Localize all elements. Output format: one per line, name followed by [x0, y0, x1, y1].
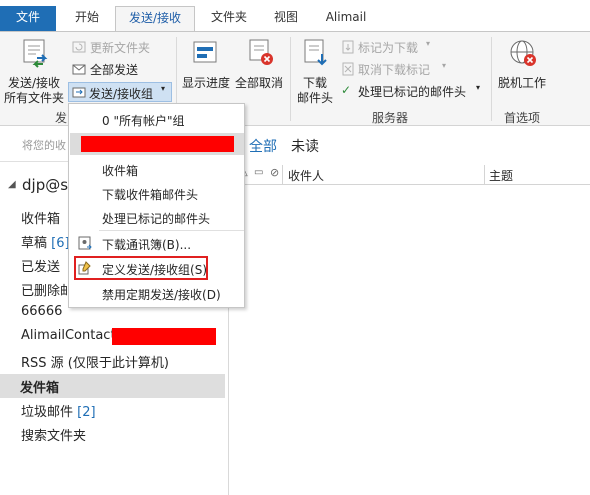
- column-subject[interactable]: 主题: [489, 167, 513, 184]
- work-offline-label: 脱机工作: [498, 76, 547, 90]
- cancel-all-label: 全部取消: [235, 76, 284, 90]
- ribbon-separator: [491, 37, 492, 121]
- tab-view[interactable]: 视图: [265, 6, 307, 31]
- send-all-button[interactable]: 全部发送: [90, 61, 138, 78]
- group-label-preferences: 首选项: [504, 111, 541, 125]
- menu-item-process-marked[interactable]: 处理已标记的邮件头: [102, 210, 210, 227]
- redaction-bar: [112, 328, 216, 345]
- filter-unread[interactable]: 未读: [291, 136, 319, 156]
- download-headers-label-2: 邮件头: [297, 91, 334, 105]
- chevron-down-icon: ▾: [476, 83, 481, 92]
- tab-alimail[interactable]: Alimail: [317, 6, 375, 31]
- address-book-icon: [78, 236, 92, 250]
- send-receive-groups-button[interactable]: 发送/接收组 ▾: [68, 82, 172, 102]
- menu-item-define-groups[interactable]: 定义发送/接收组(S): [102, 261, 207, 278]
- send-receive-groups-menu: 0 "所有帐户"组 收件箱 下载收件箱邮件头 处理已标记的邮件头 下载通讯簿(B…: [68, 103, 245, 308]
- unread-count: [6]: [51, 236, 70, 251]
- send-receive-groups-label: 发送/接收组: [89, 87, 154, 101]
- attachment-icon[interactable]: ⊘: [270, 166, 279, 179]
- folder-sent[interactable]: 已发送: [21, 256, 60, 275]
- message-list-pane: 全部 未读 ! △ ▭ ⊘ 收件人 主题: [230, 127, 590, 495]
- tab-send-receive[interactable]: 发送/接收: [115, 6, 195, 32]
- redaction-bar: [81, 136, 234, 152]
- send-receive-all-icon: [23, 39, 48, 68]
- folder-junk[interactable]: 垃圾邮件 [2]: [21, 401, 96, 420]
- doc-icon[interactable]: ▭: [254, 167, 263, 178]
- ribbon-tab-bar: 文件 开始 发送/接收 文件夹 视图 Alimail: [0, 0, 590, 32]
- message-list-header: ! △ ▭ ⊘ 收件人 主题: [230, 165, 590, 185]
- unmark-download-icon: [342, 62, 354, 76]
- send-all-icon: [72, 64, 86, 75]
- chevron-down-icon: ▾: [426, 39, 431, 48]
- progress-icon: [193, 41, 217, 63]
- menu-item-disable-scheduled[interactable]: 禁用定期发送/接收(D): [102, 286, 221, 303]
- column-divider: [282, 165, 283, 185]
- menu-item-inbox[interactable]: 收件箱: [102, 162, 138, 179]
- filter-all[interactable]: 全部: [249, 136, 277, 156]
- menu-item-download-address-book[interactable]: 下载通讯簿(B)...: [102, 236, 191, 253]
- unmark-to-download-button[interactable]: 取消下载标记: [358, 61, 430, 78]
- download-headers-button[interactable]: 下载 邮件头: [294, 36, 338, 105]
- mark-to-download-button[interactable]: 标记为下载: [358, 39, 418, 56]
- account-name[interactable]: djp@s: [22, 176, 68, 194]
- work-offline-button[interactable]: 脱机工作: [495, 36, 551, 102]
- update-folder-icon: [72, 41, 86, 53]
- checkmark-icon: ✓: [341, 83, 352, 97]
- group-label-send-receive: 发: [55, 111, 68, 125]
- cancel-all-button[interactable]: 全部取消: [233, 36, 285, 102]
- download-headers-icon: [304, 39, 327, 66]
- column-divider: [484, 165, 485, 185]
- column-recipient[interactable]: 收件人: [288, 167, 324, 184]
- show-progress-label: 显示进度: [182, 76, 231, 90]
- mark-download-icon: [342, 40, 354, 54]
- send-receive-groups-icon: [72, 87, 86, 98]
- menu-item-download-inbox-headers[interactable]: 下载收件箱邮件头: [102, 186, 198, 203]
- globe-offline-icon: [510, 40, 536, 66]
- collapse-triangle-icon[interactable]: ◢: [8, 179, 16, 190]
- tab-home[interactable]: 开始: [66, 6, 108, 31]
- group-label-server: 服务器: [372, 111, 409, 125]
- process-marked-headers-button[interactable]: 处理已标记的邮件头: [358, 83, 466, 100]
- folder-inbox[interactable]: 收件箱: [21, 208, 60, 227]
- folder-outbox[interactable]: 发件箱: [20, 377, 59, 396]
- ribbon-separator: [290, 37, 291, 121]
- chevron-down-icon: ▾: [161, 84, 166, 93]
- folder-alimail-contact[interactable]: AlimailContact: [21, 328, 116, 343]
- cancel-all-icon: [249, 39, 273, 65]
- folder-rss[interactable]: RSS 源 (仅限于此计算机): [21, 352, 169, 371]
- menu-divider: [99, 230, 244, 231]
- define-groups-icon: [78, 261, 91, 275]
- drag-hint: 将您的收: [22, 139, 66, 152]
- folder-deleted[interactable]: 已删除邮: [21, 280, 73, 299]
- menu-item-all-accounts[interactable]: 0 "所有帐户"组: [102, 112, 185, 129]
- update-folder-button[interactable]: 更新文件夹: [90, 39, 150, 56]
- send-receive-all-button[interactable]: 发送/接收 所有文件夹: [4, 36, 66, 105]
- chevron-down-icon: ▾: [442, 61, 447, 70]
- send-receive-all-label-2: 所有文件夹: [4, 91, 65, 105]
- folder-search[interactable]: 搜索文件夹: [21, 425, 86, 444]
- folder-66666[interactable]: 66666: [21, 304, 62, 319]
- unread-count: [2]: [77, 405, 96, 420]
- tab-file[interactable]: 文件: [0, 6, 56, 31]
- folder-drafts[interactable]: 草稿 [6]: [21, 232, 70, 251]
- tab-folder[interactable]: 文件夹: [203, 6, 255, 31]
- show-progress-button[interactable]: 显示进度: [180, 36, 232, 102]
